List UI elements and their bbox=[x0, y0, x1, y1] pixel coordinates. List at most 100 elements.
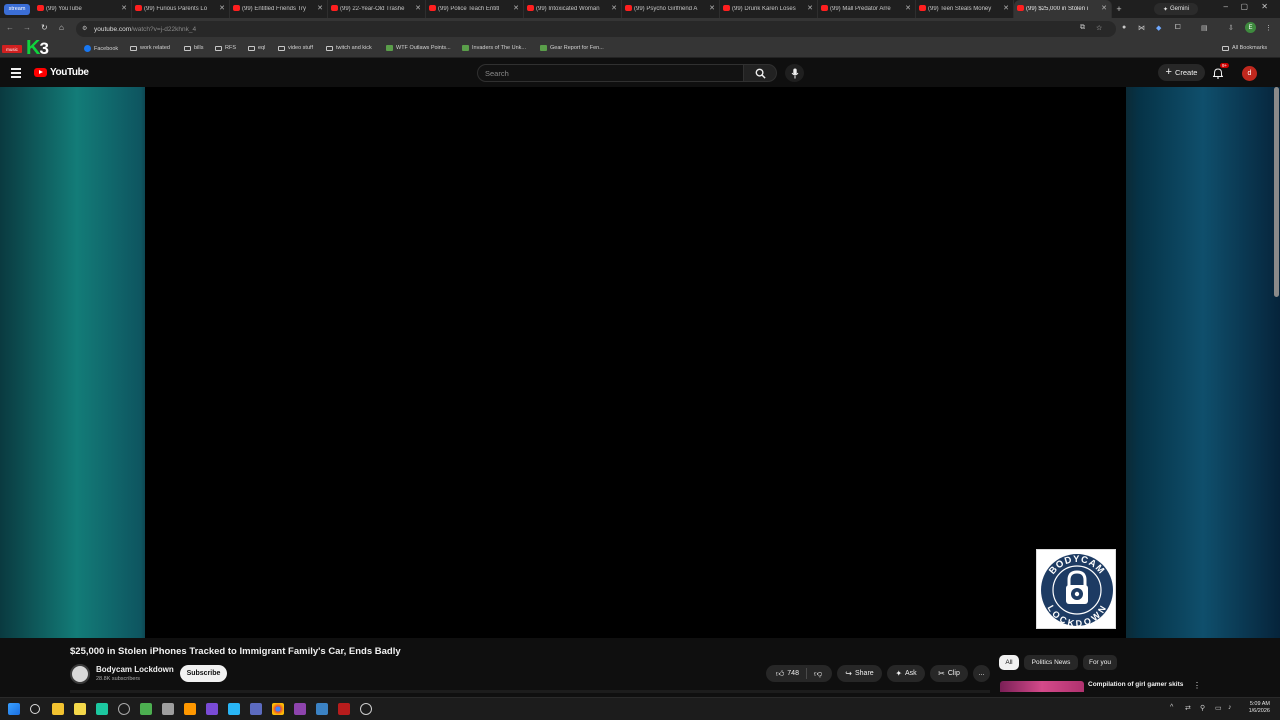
app-icon[interactable] bbox=[96, 703, 108, 715]
recommendation-title[interactable]: Compilation of girl gamer skits bbox=[1088, 681, 1183, 688]
bookmark-item[interactable]: work related bbox=[130, 45, 170, 51]
recommendation-thumbnail[interactable] bbox=[1000, 681, 1084, 692]
page-scrollbar[interactable] bbox=[1274, 87, 1279, 297]
bookmark-item[interactable]: Gear Report for Fen... bbox=[540, 45, 604, 51]
app-icon[interactable] bbox=[228, 703, 240, 715]
extensions-puzzle-icon[interactable]: ⧠ bbox=[1175, 24, 1181, 32]
bookmark-item[interactable]: video stuff bbox=[278, 45, 313, 51]
minimize-button[interactable]: – bbox=[1224, 2, 1228, 11]
tab-close-icon[interactable]: ✕ bbox=[317, 4, 323, 12]
search-input[interactable]: Search bbox=[477, 64, 744, 82]
menu-icon[interactable] bbox=[11, 68, 21, 80]
browser-tab[interactable]: (99) $25,000 in Stolen i ✕ bbox=[1014, 0, 1112, 18]
app-icon[interactable] bbox=[250, 703, 262, 715]
channel-avatar[interactable] bbox=[70, 664, 90, 684]
clip-button[interactable]: ✂ Clip bbox=[930, 665, 968, 682]
tab-close-icon[interactable]: ✕ bbox=[121, 4, 127, 12]
tab-close-icon[interactable]: ✕ bbox=[611, 4, 617, 12]
browser-tab[interactable]: (99) 22-Year-Old Trashe ✕ bbox=[328, 0, 426, 18]
reload-icon[interactable]: ↻ bbox=[41, 23, 48, 32]
sticky-notes-icon[interactable] bbox=[74, 703, 86, 715]
new-tab-button[interactable]: + bbox=[1112, 4, 1126, 14]
notifications-button[interactable]: 9+ bbox=[1212, 63, 1230, 80]
search-icon[interactable] bbox=[30, 704, 40, 714]
window-close-button[interactable]: ✕ bbox=[1261, 2, 1268, 11]
channel-watermark[interactable]: BODYCAM LOCKDOWN bbox=[1036, 549, 1116, 629]
app-icon[interactable] bbox=[294, 703, 306, 715]
voice-search-button[interactable] bbox=[785, 64, 804, 82]
create-button[interactable]: + Create bbox=[1158, 64, 1205, 81]
browser-tab[interactable]: (99) Furious Parents Lo ✕ bbox=[132, 0, 230, 18]
app-icon[interactable] bbox=[338, 703, 350, 715]
tab-close-icon[interactable]: ✕ bbox=[513, 4, 519, 12]
chip-politics-news[interactable]: Politics News bbox=[1024, 655, 1078, 670]
browser-tab[interactable]: (99) Psycho Girlfriend A ✕ bbox=[622, 0, 720, 18]
browser-tab[interactable]: (99) Intoxicated Woman ✕ bbox=[524, 0, 622, 18]
kebab-menu-icon[interactable]: ⋮ bbox=[1265, 24, 1272, 32]
bookmark-item[interactable]: WTF Outlaws Points... bbox=[386, 45, 451, 51]
download-icon[interactable]: ⇩ bbox=[1228, 24, 1234, 32]
install-app-icon[interactable]: ⧉ bbox=[1080, 24, 1085, 32]
tab-close-icon[interactable]: ✕ bbox=[1003, 4, 1009, 12]
browser-tab[interactable]: (99) Entitled Friends Try ✕ bbox=[230, 0, 328, 18]
tab-close-icon[interactable]: ✕ bbox=[1101, 4, 1107, 12]
browser-tab[interactable]: (99) Drunk Karen Loses ✕ bbox=[720, 0, 818, 18]
forward-icon[interactable]: → bbox=[23, 23, 31, 32]
tab-close-icon[interactable]: ✕ bbox=[415, 4, 421, 12]
system-clock[interactable]: 5:09 AM 1/6/2026 bbox=[1249, 701, 1270, 715]
vlc-icon[interactable] bbox=[184, 703, 196, 715]
like-button[interactable]: 👍︎ 748 bbox=[776, 669, 799, 679]
share-button[interactable]: ↪ Share bbox=[837, 665, 882, 682]
account-avatar[interactable]: d bbox=[1242, 66, 1257, 81]
video-player[interactable] bbox=[145, 87, 1126, 638]
recommendation-menu-icon[interactable]: ⋮ bbox=[1193, 681, 1201, 690]
tab-close-icon[interactable]: ✕ bbox=[905, 4, 911, 12]
address-bar[interactable]: ⚙ youtube.com/watch?v=j-d22khnk_4 bbox=[76, 21, 1116, 37]
tab-close-icon[interactable]: ✕ bbox=[807, 4, 813, 12]
ask-button[interactable]: ✦ Ask bbox=[887, 665, 925, 682]
profile-icon[interactable]: E bbox=[1245, 22, 1256, 33]
bookmark-item[interactable]: Invaders of The Unk... bbox=[462, 45, 526, 51]
app-icon[interactable] bbox=[316, 703, 328, 715]
tab-close-icon[interactable]: ✕ bbox=[709, 4, 715, 12]
bookmark-star-icon[interactable]: ☆ bbox=[1096, 24, 1102, 32]
bookmark-item[interactable]: RFS bbox=[215, 45, 236, 51]
chip-all[interactable]: All bbox=[999, 655, 1019, 670]
subscribe-button[interactable]: Subscribe bbox=[180, 665, 227, 682]
all-bookmarks-button[interactable]: All Bookmarks bbox=[1222, 45, 1267, 51]
maximize-button[interactable]: ▢ bbox=[1240, 2, 1248, 11]
browser-tab[interactable]: (99) Police Teach Entitl ✕ bbox=[426, 0, 524, 18]
home-icon[interactable]: ⌂ bbox=[59, 23, 64, 32]
volume-icon[interactable]: ♪ bbox=[1228, 704, 1232, 711]
bookmark-item[interactable]: Facebook bbox=[84, 45, 118, 52]
tray-icon[interactable]: ⚲ bbox=[1200, 704, 1205, 712]
bookmark-item[interactable]: bills bbox=[184, 45, 203, 51]
settings-gear-icon[interactable] bbox=[118, 703, 130, 715]
tray-icon[interactable]: ⇄ bbox=[1185, 704, 1191, 712]
back-icon[interactable]: ← bbox=[6, 23, 14, 32]
more-actions-button[interactable]: ... bbox=[973, 665, 990, 682]
browser-tab[interactable]: (99) Teen Steals Money ✕ bbox=[916, 0, 1014, 18]
app-icon[interactable] bbox=[162, 703, 174, 715]
settings-gear-icon[interactable] bbox=[360, 703, 372, 715]
chip-for-you[interactable]: For you bbox=[1083, 655, 1117, 670]
youtube-logo[interactable]: YouTube bbox=[34, 67, 89, 78]
sidepanel-icon[interactable]: ▤ bbox=[1201, 24, 1208, 32]
tab-close-icon[interactable]: ✕ bbox=[219, 4, 225, 12]
chrome-icon[interactable] bbox=[272, 703, 284, 715]
file-explorer-icon[interactable] bbox=[52, 703, 64, 715]
browser-tab[interactable]: (99) YouTube ✕ bbox=[34, 0, 132, 18]
dislike-button[interactable]: 👎︎ bbox=[814, 669, 822, 679]
channel-name[interactable]: Bodycam Lockdown bbox=[96, 665, 174, 674]
browser-tab[interactable]: (99) Mall Predator Arre ✕ bbox=[818, 0, 916, 18]
start-icon[interactable] bbox=[8, 703, 20, 715]
stream-tab-group-chip[interactable]: stream bbox=[4, 3, 30, 15]
tray-chevron-icon[interactable]: ^ bbox=[1170, 704, 1173, 711]
search-button[interactable] bbox=[744, 64, 777, 82]
bookmark-item[interactable]: eql bbox=[248, 45, 265, 51]
app-icon[interactable] bbox=[206, 703, 218, 715]
network-icon[interactable]: ▭ bbox=[1215, 704, 1222, 712]
bookmark-item[interactable]: twitch and kick bbox=[326, 45, 372, 51]
extension-icon[interactable]: ⋈ bbox=[1138, 24, 1145, 32]
extension-icon[interactable]: ● bbox=[1122, 24, 1126, 31]
